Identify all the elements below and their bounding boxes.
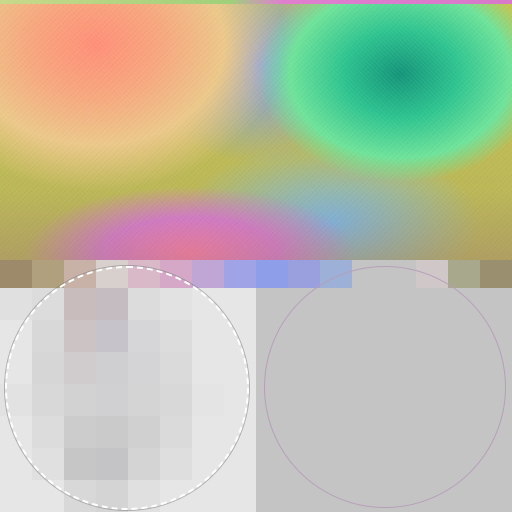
band-cell (448, 260, 480, 288)
band-cell (224, 260, 256, 288)
circle-selection-panel[interactable] (256, 266, 512, 512)
pixelated-swatch-panel[interactable] (0, 266, 256, 512)
dashed-circle-selection[interactable] (5, 266, 249, 510)
noise-overlay (0, 4, 512, 260)
image-editor-canvas (0, 0, 512, 512)
band-cell (0, 260, 32, 288)
pixel-cell (0, 288, 32, 320)
band-cell (32, 260, 64, 288)
circle-outline[interactable] (264, 266, 506, 508)
pixel-cell (224, 480, 256, 512)
band-cell (192, 260, 224, 288)
gradient-preview[interactable] (0, 4, 512, 260)
pixel-cell (0, 480, 32, 512)
band-cell (256, 260, 288, 288)
pixel-cell (224, 288, 256, 320)
band-cell (288, 260, 320, 288)
band-cell (480, 260, 512, 288)
